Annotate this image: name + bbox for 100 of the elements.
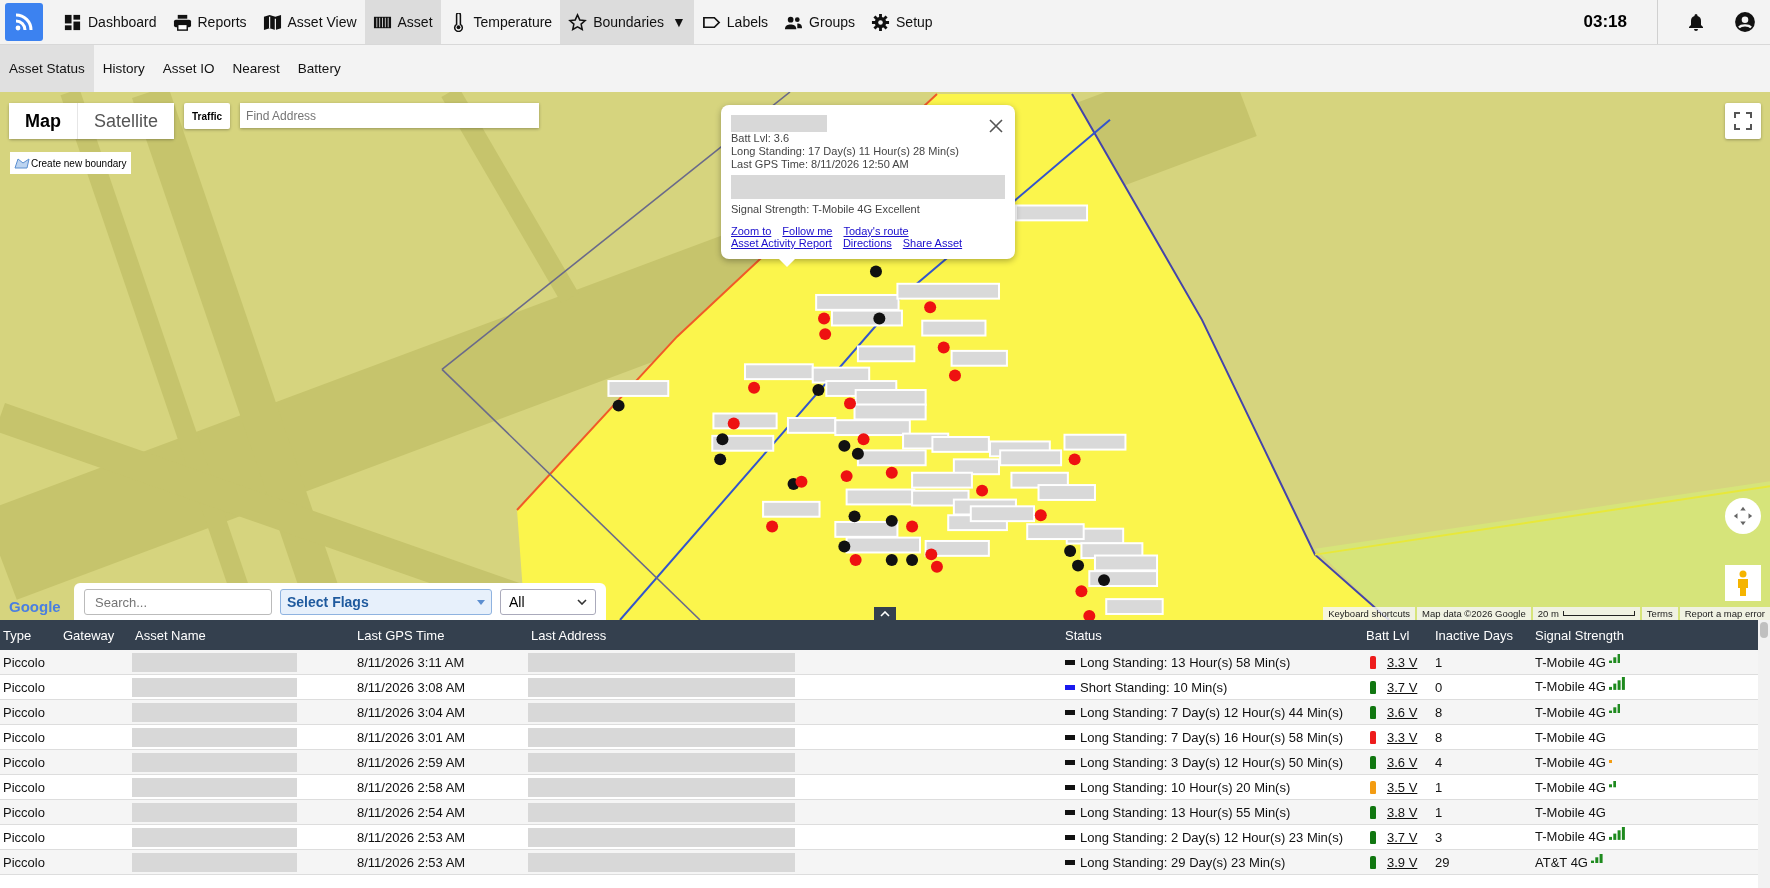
redacted-marker-label[interactable] <box>921 319 987 337</box>
sub-nav-tab[interactable]: Nearest <box>223 45 289 92</box>
asset-marker[interactable] <box>924 301 937 314</box>
redacted-marker-label[interactable] <box>969 505 1035 523</box>
battery-voltage-link[interactable]: 3.7 V <box>1387 679 1418 695</box>
asset-marker[interactable] <box>930 560 943 573</box>
battery-voltage-link[interactable]: 3.5 V <box>1387 779 1418 795</box>
battery-voltage-link[interactable]: 3.9 V <box>1387 854 1418 870</box>
nav-tab[interactable]: Temperature <box>440 0 561 44</box>
redacted-marker-label[interactable] <box>607 380 670 397</box>
redacted-marker-label[interactable] <box>911 489 970 507</box>
asset-marker[interactable] <box>1068 453 1081 466</box>
column-header[interactable]: Last Address <box>528 627 1062 643</box>
map-attribution-link[interactable]: Terms <box>1641 607 1678 620</box>
popup-link[interactable]: Today's route <box>843 225 909 237</box>
redacted-marker-label[interactable] <box>762 500 821 518</box>
table-row[interactable]: Piccolo 8/11/2026 2:53 AM Long Standing: 29 Day(s) 23 Min(s) 3.9 V 29 AT&T 4G <box>0 850 1758 875</box>
asset-marker[interactable] <box>714 453 727 466</box>
redacted-marker-label[interactable] <box>1088 570 1159 587</box>
map-type-option[interactable]: Map <box>9 103 78 139</box>
popup-link[interactable]: Asset Activity Report <box>731 237 832 249</box>
redacted-marker-label[interactable] <box>1105 598 1164 615</box>
redacted-marker-label[interactable] <box>950 349 1008 367</box>
map-attribution-link[interactable]: Keyboard shortcuts <box>1323 607 1416 620</box>
redacted-marker-label[interactable] <box>834 419 911 437</box>
asset-marker[interactable] <box>612 399 625 412</box>
redacted-marker-label[interactable] <box>711 434 775 452</box>
nav-tab[interactable]: Boundaries ▼ <box>560 0 694 44</box>
redacted-marker-label[interactable] <box>1026 523 1085 541</box>
redacted-marker-label[interactable] <box>1093 554 1159 572</box>
column-header[interactable]: Status <box>1062 627 1363 643</box>
popup-link[interactable]: Follow me <box>782 225 833 237</box>
battery-voltage-link[interactable]: 3.7 V <box>1387 829 1418 845</box>
create-boundary-button[interactable]: Create new boundary <box>10 152 131 174</box>
battery-voltage-link[interactable]: 3.6 V <box>1387 754 1418 770</box>
search-field[interactable]: Search... <box>84 589 272 615</box>
asset-marker[interactable] <box>795 475 808 488</box>
redacted-marker-label[interactable] <box>834 520 899 538</box>
asset-marker[interactable] <box>857 433 870 446</box>
asset-marker[interactable] <box>818 312 831 325</box>
battery-voltage-link[interactable]: 3.6 V <box>1387 704 1418 720</box>
nav-tab[interactable]: Labels <box>693 0 777 44</box>
map-attribution-link[interactable]: Report a map error <box>1679 607 1770 620</box>
redacted-marker-label[interactable] <box>811 366 871 384</box>
asset-marker[interactable] <box>906 520 919 533</box>
redacted-marker-label[interactable] <box>952 458 1000 476</box>
asset-marker[interactable] <box>976 484 989 497</box>
asset-marker[interactable] <box>840 470 853 483</box>
asset-marker[interactable] <box>1083 609 1096 620</box>
redacted-marker-label[interactable] <box>744 363 814 381</box>
scope-select[interactable]: All <box>500 589 596 615</box>
nav-tab[interactable]: Groups <box>776 0 863 44</box>
nav-tab[interactable]: Reports <box>164 0 255 44</box>
fullscreen-button[interactable] <box>1725 103 1761 139</box>
asset-marker[interactable] <box>838 440 851 452</box>
notifications-bell-icon[interactable] <box>1686 12 1706 32</box>
redacted-marker-label[interactable] <box>845 488 916 506</box>
redacted-marker-label[interactable] <box>1037 484 1096 501</box>
collapse-panel-button[interactable] <box>874 607 896 620</box>
asset-marker[interactable] <box>1072 559 1085 572</box>
nav-tab[interactable]: Asset View <box>254 0 365 44</box>
column-header[interactable]: Gateway <box>60 627 132 643</box>
column-header[interactable]: Asset Name <box>132 627 354 643</box>
redacted-marker-label[interactable] <box>830 309 903 327</box>
find-address-field[interactable]: Find Address <box>240 103 540 128</box>
redacted-marker-label[interactable] <box>931 436 990 453</box>
asset-marker[interactable] <box>1034 509 1047 522</box>
nav-tab[interactable]: Asset <box>364 0 441 44</box>
close-button[interactable] <box>989 119 1003 133</box>
asset-marker[interactable] <box>838 540 851 553</box>
map-type-option[interactable]: Satellite <box>78 103 175 139</box>
asset-marker[interactable] <box>716 433 729 446</box>
battery-voltage-link[interactable]: 3.3 V <box>1387 654 1418 670</box>
table-row[interactable]: Piccolo 8/11/2026 3:04 AM Long Standing: 7 Day(s) 12 Hour(s) 44 Min(s) 3.6 V 8 T-Mobile 4G <box>0 700 1758 725</box>
column-header[interactable]: Inactive Days <box>1432 627 1532 643</box>
redacted-marker-label[interactable] <box>786 416 837 434</box>
asset-marker[interactable] <box>844 397 856 410</box>
column-header[interactable]: Signal Strength <box>1532 627 1758 643</box>
map-attribution-link[interactable]: Map data ©2026 Google <box>1417 607 1531 620</box>
asset-marker[interactable] <box>873 312 886 325</box>
asset-marker[interactable] <box>727 417 740 430</box>
asset-marker[interactable] <box>885 514 898 527</box>
asset-marker[interactable] <box>949 369 961 382</box>
nav-tab[interactable]: Setup <box>863 0 941 44</box>
sub-nav-tab[interactable]: History <box>93 45 154 92</box>
sub-nav-tab[interactable]: Battery <box>288 45 350 92</box>
asset-marker[interactable] <box>812 384 825 396</box>
popup-link[interactable]: Zoom to <box>731 225 772 237</box>
asset-marker[interactable] <box>906 554 919 566</box>
asset-marker[interactable] <box>766 520 779 533</box>
traffic-button[interactable]: Traffic <box>184 103 231 129</box>
column-header[interactable]: Last GPS Time <box>354 627 528 643</box>
asset-marker[interactable] <box>849 554 862 566</box>
redacted-marker-label[interactable] <box>853 403 927 421</box>
redacted-marker-label[interactable] <box>1063 433 1127 451</box>
popup-link[interactable]: Directions <box>842 237 892 249</box>
asset-marker[interactable] <box>848 510 861 523</box>
column-header[interactable]: Batt Lvl <box>1363 627 1432 643</box>
asset-marker[interactable] <box>937 341 950 354</box>
redacted-marker-label[interactable] <box>856 345 916 363</box>
